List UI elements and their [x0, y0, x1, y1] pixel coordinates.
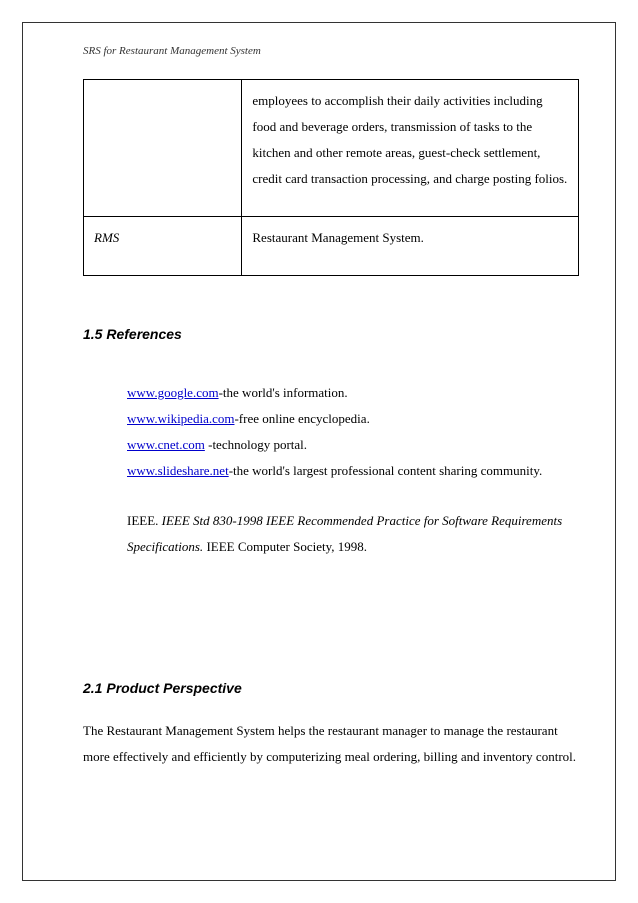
references-block: www.google.com-the world's information. … [127, 380, 579, 484]
definition-cell: employees to accomplish their daily acti… [242, 80, 579, 217]
reference-tail: -the world's largest professional conten… [229, 463, 543, 478]
reference-line: www.wikipedia.com-free online encycloped… [127, 406, 579, 432]
reference-link[interactable]: www.google.com [127, 385, 219, 400]
reference-link[interactable]: www.wikipedia.com [127, 411, 234, 426]
reference-tail: -free online encyclopedia. [234, 411, 369, 426]
page-frame: SRS for Restaurant Management System emp… [22, 22, 616, 881]
references-heading: 1.5 References [83, 326, 579, 342]
reference-tail: -the world's information. [219, 385, 348, 400]
term-cell: RMS [84, 217, 242, 276]
product-perspective-body: The Restaurant Management System helps t… [83, 718, 579, 770]
product-perspective-heading: 2.1 Product Perspective [83, 680, 579, 696]
reference-line: www.slideshare.net-the world's largest p… [127, 458, 579, 484]
definition-cell: Restaurant Management System. [242, 217, 579, 276]
reference-link[interactable]: www.cnet.com [127, 437, 205, 452]
ieee-post: IEEE Computer Society, 1998. [203, 539, 367, 554]
reference-tail: -technology portal. [205, 437, 307, 452]
page-header: SRS for Restaurant Management System [83, 45, 579, 57]
ieee-reference: IEEE. IEEE Std 830-1998 IEEE Recommended… [127, 508, 579, 560]
reference-link[interactable]: www.slideshare.net [127, 463, 229, 478]
ieee-pre: IEEE. [127, 513, 162, 528]
reference-line: www.cnet.com -technology portal. [127, 432, 579, 458]
table-row: RMS Restaurant Management System. [84, 217, 579, 276]
table-row: employees to accomplish their daily acti… [84, 80, 579, 217]
definitions-table: employees to accomplish their daily acti… [83, 79, 579, 276]
term-cell-empty [84, 80, 242, 217]
reference-line: www.google.com-the world's information. [127, 380, 579, 406]
